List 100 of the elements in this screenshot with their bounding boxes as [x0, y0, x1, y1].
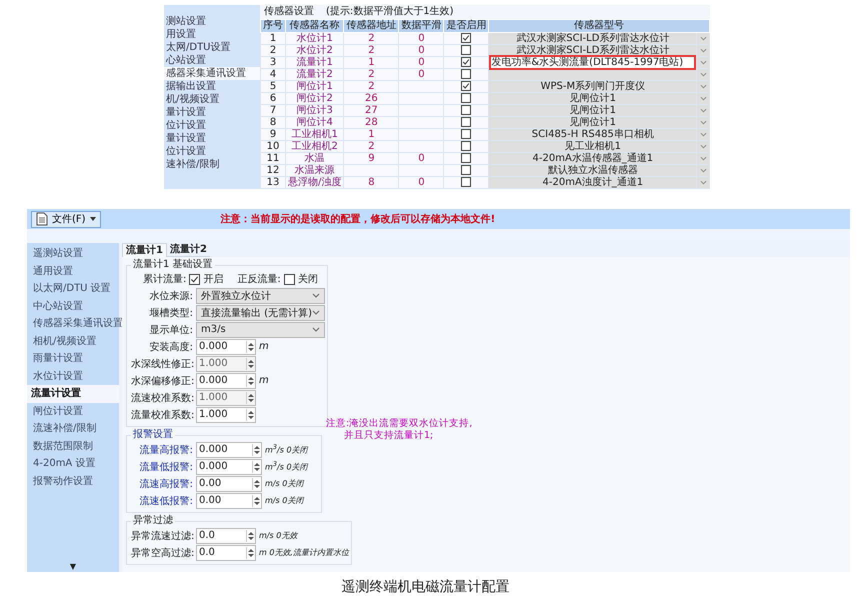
- group-title: 流量计1 基础设置: [132, 259, 214, 271]
- sidebar-item[interactable]: 遥测站设置: [27, 245, 119, 262]
- sidebar-item[interactable]: 水位计设置: [27, 368, 119, 385]
- column-header: 序号: [260, 20, 286, 32]
- note-text: 注意:淹没出流需要双水位计支持,: [326, 418, 472, 430]
- sidebar-item[interactable]: 速补偿/限制: [164, 158, 260, 171]
- number-field[interactable]: 0.00: [196, 492, 262, 508]
- enabled-checkbox[interactable]: [461, 129, 472, 140]
- model-dropdown[interactable]: 见工业相机1: [489, 141, 696, 152]
- model-dropdown[interactable]: 见闸位计1: [489, 93, 696, 104]
- sidebar-item[interactable]: 机/视频设置: [164, 93, 260, 106]
- sensor-address: 2: [368, 33, 375, 44]
- file-menu-button[interactable]: 文件(F): [31, 210, 101, 228]
- sensor-address: 8: [368, 177, 375, 188]
- number-field[interactable]: 0.00: [196, 476, 262, 492]
- model-dropdown[interactable]: 见闸位计1: [489, 117, 696, 128]
- scroll-down-arrow[interactable]: ▼: [70, 562, 76, 572]
- enabled-checkbox[interactable]: [461, 105, 472, 116]
- dropdown[interactable]: 直接流量输出 (无需计算): [196, 304, 325, 320]
- model-dropdown[interactable]: 默认独立水温传感器: [489, 165, 696, 176]
- sidebar-item[interactable]: 流速补偿/限制: [27, 420, 119, 438]
- sidebar-item[interactable]: 中心站设置: [27, 298, 119, 315]
- row-number: 10: [266, 141, 280, 152]
- sensor-name: 工业相机2: [292, 141, 338, 152]
- enabled-checkbox[interactable]: [461, 69, 472, 80]
- sidebar-item[interactable]: 以太网/DTU 设置: [27, 280, 119, 298]
- enabled-checkbox[interactable]: [461, 81, 472, 92]
- unit-label: m/s 0无效: [259, 530, 298, 541]
- enabled-checkbox[interactable]: [461, 57, 472, 68]
- sidebar-item[interactable]: 测站设置: [164, 15, 260, 28]
- enabled-checkbox[interactable]: [461, 177, 472, 188]
- sensor-name: 水温: [304, 153, 325, 164]
- number-field[interactable]: 0.000: [196, 458, 262, 474]
- model-dropdown[interactable]: WPS-M系列闸门开度仪: [489, 81, 696, 92]
- highlighted-model-dropdown[interactable]: 发电功率&水头测流量(DLT845-1997电站): [489, 55, 696, 70]
- number-field[interactable]: 1.000: [196, 406, 256, 422]
- model-dropdown[interactable]: 武汉水测家SCI-LD系列雷达水位计: [489, 33, 696, 44]
- model-dropdown[interactable]: 4-20mA浊度计_通道1: [489, 177, 696, 188]
- number-field[interactable]: 0.0: [196, 544, 256, 560]
- sidebar-item[interactable]: 太网/DTU设置: [164, 41, 260, 54]
- sidebar-item[interactable]: 通用设置: [27, 262, 119, 280]
- smoothing-value: 0: [418, 33, 425, 44]
- sidebar-item[interactable]: 用设置: [164, 28, 260, 41]
- dropdown[interactable]: 外置独立水位计: [196, 288, 325, 304]
- enabled-checkbox[interactable]: [461, 117, 472, 128]
- row-number: 8: [270, 117, 276, 128]
- column-header: 传感器地址: [344, 20, 399, 32]
- number-field[interactable]: 0.000: [196, 442, 262, 458]
- sidebar-item[interactable]: 流量计设置: [27, 385, 119, 402]
- enabled-checkbox[interactable]: [461, 45, 472, 56]
- enabled-checkbox[interactable]: [461, 141, 472, 152]
- sensor-name: 工业相机1: [292, 129, 338, 140]
- spin-arrows-icon: [246, 392, 255, 404]
- sensor-name: 水温来源: [294, 165, 335, 176]
- warning-message: 注意：当前显示的是读取的配置，修改后可以存储为本地文件!: [220, 212, 496, 226]
- sidebar-item[interactable]: 量计设置: [164, 132, 260, 145]
- sidebar-item[interactable]: 位计设置: [164, 145, 260, 158]
- field-label: 显示单位:: [148, 324, 193, 336]
- sensor-address: 1: [368, 129, 375, 140]
- enabled-checkbox[interactable]: [461, 93, 472, 104]
- field-label: 异常流速过滤:: [131, 530, 193, 542]
- sensor-address: 27: [365, 105, 378, 116]
- smoothing-value: 0: [418, 57, 425, 68]
- sidebar-item[interactable]: 位计设置: [164, 119, 260, 132]
- enabled-checkbox[interactable]: [461, 165, 472, 176]
- sidebar-item[interactable]: 心站设置: [164, 54, 260, 67]
- sidebar-item[interactable]: 4-20mA 设置: [27, 455, 119, 472]
- enabled-checkbox[interactable]: [461, 153, 472, 164]
- field-label: 累计流量:: [143, 272, 186, 286]
- field-label: 水位来源:: [148, 290, 193, 302]
- spin-arrows-icon: [252, 460, 261, 472]
- column-header: 传感器型号: [488, 20, 710, 32]
- model-dropdown[interactable]: 见闸位计1: [489, 105, 696, 116]
- dropdown[interactable]: m3/s: [196, 322, 325, 338]
- smoothing-value: 0: [418, 153, 425, 164]
- model-dropdown[interactable]: SCI485-H RS485串口相机: [489, 129, 696, 140]
- sidebar-item[interactable]: 闸位计设置: [27, 402, 119, 420]
- checkbox[interactable]: [189, 274, 200, 284]
- sidebar-item[interactable]: 相机/视频设置: [27, 332, 119, 350]
- number-field[interactable]: 0.000: [196, 372, 256, 388]
- sidebar-item[interactable]: 据输出设置: [164, 80, 260, 93]
- spin-arrows-icon: [252, 478, 261, 490]
- sidebar-item[interactable]: 雨量计设置: [27, 350, 119, 368]
- sensor-name: 水位计1: [296, 33, 333, 44]
- row-number: 6: [270, 93, 276, 104]
- sidebar-item[interactable]: 感器采集通讯设置: [164, 67, 260, 80]
- column-header: 是否启用: [444, 20, 489, 32]
- model-dropdown[interactable]: 4-20mA水温传感器_通道1: [489, 153, 696, 164]
- enabled-checkbox[interactable]: [461, 33, 472, 44]
- tab[interactable]: 流量计1: [122, 243, 167, 257]
- number-field[interactable]: 0.000: [196, 338, 256, 354]
- field-label: 流量低报警:: [138, 460, 193, 474]
- sidebar-item[interactable]: 量计设置: [164, 106, 260, 119]
- group-title: 传感器设置: [264, 5, 314, 19]
- sidebar-item[interactable]: 报警动作设置: [27, 472, 119, 490]
- checkbox[interactable]: [284, 274, 295, 284]
- row-number: 5: [270, 81, 276, 92]
- model-dropdown[interactable]: 武汉水测家SCI-LD系列雷达水位计: [489, 45, 696, 56]
- sidebar-item[interactable]: 数据范围限制: [27, 438, 119, 455]
- number-field[interactable]: 0.0: [196, 528, 256, 544]
